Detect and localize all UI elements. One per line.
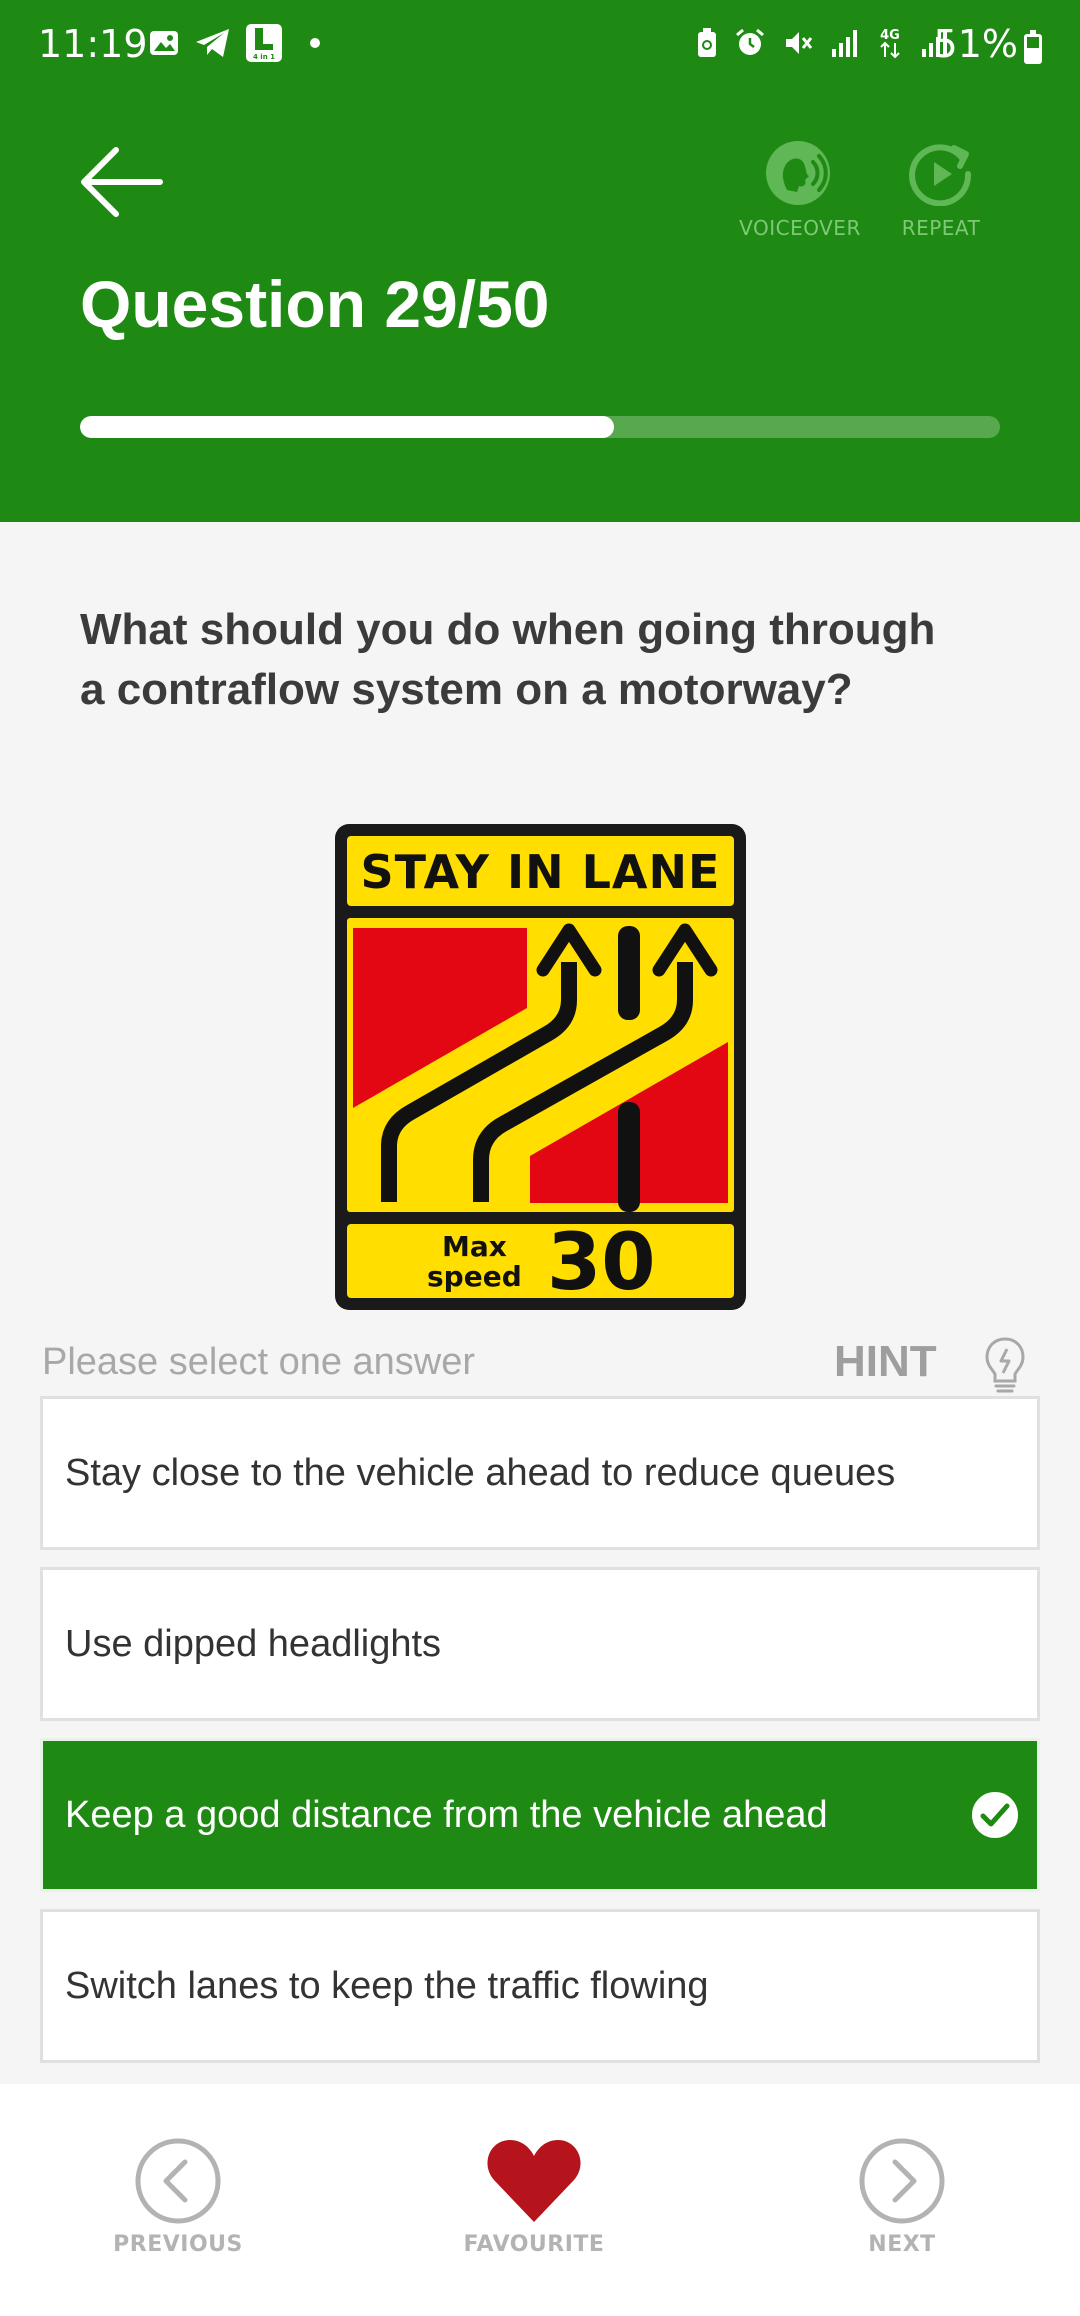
header-bar: 11:19 4 in 1 4G 51% VOICEOVER REPEAT Que… xyxy=(0,0,1080,522)
question-text: What should you do when going through a … xyxy=(80,605,936,714)
answer-option-label: Switch lanes to keep the traffic flowing xyxy=(65,1964,709,2007)
mute-icon xyxy=(786,32,813,54)
status-time: 11:19 xyxy=(38,22,148,66)
gallery-icon xyxy=(150,31,178,55)
svg-text:4G: 4G xyxy=(880,28,900,43)
voiceover-button[interactable]: VOICEOVER xyxy=(730,140,870,240)
progress-fill xyxy=(80,416,614,438)
repeat-icon xyxy=(909,144,972,206)
answer-option-label: Stay close to the vehicle ahead to reduc… xyxy=(65,1451,896,1494)
4g-icon: 4G xyxy=(880,28,900,59)
voiceover-icon xyxy=(766,141,830,205)
alarm-icon xyxy=(736,28,764,55)
answer-option-label: Use dipped headlights xyxy=(65,1622,442,1665)
sign-speed-panel: Max speed 30 xyxy=(347,1218,734,1308)
arrow-left-icon xyxy=(81,147,163,217)
favourite-button[interactable]: FAVOURITE xyxy=(434,2136,634,2257)
next-button[interactable]: NEXT xyxy=(802,2136,1002,2257)
answer-option-1[interactable]: Stay close to the vehicle ahead to reduc… xyxy=(40,1396,1040,1550)
voiceover-label: VOICEOVER xyxy=(739,216,861,240)
answer-option-3[interactable]: Keep a good distance from the vehicle ah… xyxy=(40,1738,1040,1892)
sign-lane-diagram xyxy=(347,918,734,1212)
favourite-label: FAVOURITE xyxy=(463,2232,605,2257)
hint-button[interactable]: HINT xyxy=(834,1337,937,1387)
lane-diagram-graphic xyxy=(347,918,734,1212)
next-label: NEXT xyxy=(868,2232,936,2257)
answer-option-label: Keep a good distance from the vehicle ah… xyxy=(65,1793,828,1836)
repeat-label: REPEAT xyxy=(901,216,981,240)
progress-bar xyxy=(80,416,1000,438)
road-sign-image: STAY IN LANE Max speed 30 xyxy=(335,824,746,1310)
check-icon xyxy=(969,1789,1021,1841)
lightbulb-icon[interactable] xyxy=(982,1335,1028,1395)
status-right-icons: 4G xyxy=(696,26,950,60)
chevron-right-icon xyxy=(859,2138,945,2224)
dot-icon xyxy=(310,38,320,48)
repeat-button[interactable]: REPEAT xyxy=(886,140,996,240)
sign-top-text: STAY IN LANE xyxy=(347,836,734,906)
sign-max-speed-label: Max speed xyxy=(427,1230,522,1293)
answer-option-4[interactable]: Switch lanes to keep the traffic flowing xyxy=(40,1909,1040,2063)
signal-icon xyxy=(832,30,857,57)
answer-option-2[interactable]: Use dipped headlights xyxy=(40,1567,1040,1721)
bottom-navigation: PREVIOUS FAVOURITE NEXT xyxy=(0,2084,1080,2316)
answers-header: Please select one answer HINT xyxy=(42,1335,1042,1395)
heart-icon xyxy=(487,2140,581,2222)
status-left-icons: 4 in 1 xyxy=(148,24,320,62)
telegram-icon xyxy=(196,29,229,57)
sign-speed-value: 30 xyxy=(547,1218,656,1308)
status-bar: 11:19 4 in 1 4G 51% xyxy=(0,0,1080,96)
select-prompt: Please select one answer xyxy=(42,1341,476,1383)
back-button[interactable] xyxy=(76,140,166,224)
chevron-left-icon xyxy=(135,2138,221,2224)
battery-saver-icon xyxy=(698,28,716,57)
question-counter: Question 29/50 xyxy=(80,267,550,341)
app-4in1-icon: 4 in 1 xyxy=(246,24,282,62)
battery-percent: 51% xyxy=(933,22,1018,66)
battery-icon xyxy=(1024,30,1042,64)
previous-label: PREVIOUS xyxy=(113,2232,243,2257)
previous-button[interactable]: PREVIOUS xyxy=(78,2136,278,2257)
